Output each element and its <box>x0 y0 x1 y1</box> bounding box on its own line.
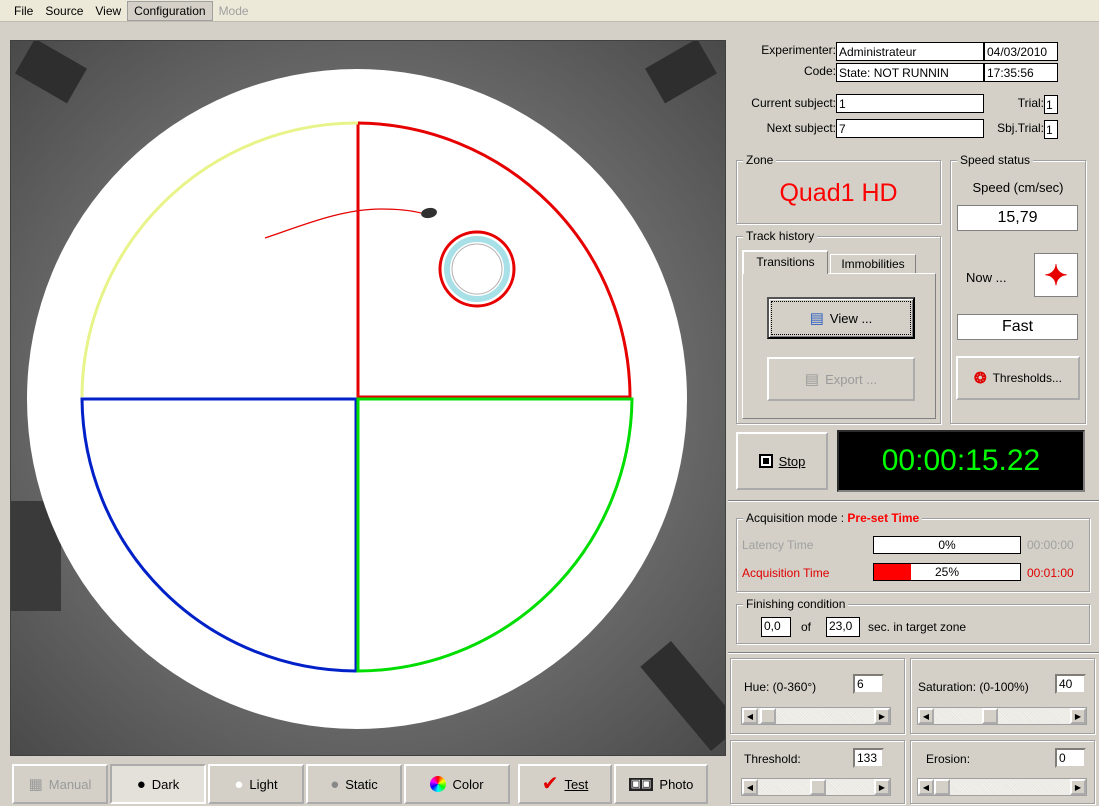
static-icon: ● <box>330 775 340 793</box>
threshold-slider-right-arrow[interactable]: ▶ <box>874 779 890 795</box>
menu-source[interactable]: Source <box>39 2 89 20</box>
export-button[interactable]: ▤ Export ... <box>767 357 915 401</box>
arena-svg <box>11 41 725 755</box>
alert-icon: ❂ <box>974 369 987 387</box>
tab-transitions[interactable]: Transitions <box>742 250 828 274</box>
erosion-label: Erosion: <box>926 752 971 766</box>
menu-view[interactable]: View <box>89 2 127 20</box>
now-label: Now ... <box>966 270 1007 285</box>
menu-mode[interactable]: Mode <box>213 2 255 20</box>
code-value: State: NOT RUNNIN <box>836 63 984 82</box>
erosion-slider-right-arrow[interactable]: ▶ <box>1070 779 1086 795</box>
latency-progress: 0% <box>873 536 1021 554</box>
acquisition-title: Acquisition mode : Pre-set Time <box>743 511 923 525</box>
checkmark-icon: ✔ <box>541 773 559 795</box>
acquisition-time: 00:01:00 <box>1027 566 1074 580</box>
export-icon: ▤ <box>804 370 820 388</box>
stop-icon <box>758 454 773 468</box>
acquisition-percent: 25% <box>934 565 960 579</box>
speed-value: 15,79 <box>957 205 1078 231</box>
erosion-slider-thumb[interactable] <box>934 779 950 795</box>
saturation-label: Saturation: (0-100%) <box>918 680 1029 694</box>
saturation-slider-left-arrow[interactable]: ◀ <box>918 708 934 724</box>
platform-inner <box>451 243 503 295</box>
hue-label: Hue: (0-360°) <box>744 680 817 694</box>
color-button[interactable]: Color <box>404 764 510 804</box>
speed-status-value: Fast <box>957 314 1078 340</box>
sbj-trial-label: Sbj.Trial: <box>997 121 1044 135</box>
thresholds-button[interactable]: ❂ Thresholds... <box>956 356 1080 400</box>
dark-button[interactable]: ● Dark <box>110 764 206 804</box>
trial-label: Trial: <box>1017 96 1044 110</box>
menu-configuration[interactable]: Configuration <box>127 0 213 21</box>
threshold-slider[interactable]: ◀ ▶ <box>741 778 891 796</box>
latency-percent: 0% <box>938 538 956 552</box>
latency-label: Latency Time <box>742 538 814 552</box>
tab-immobilities[interactable]: Immobilities <box>830 254 916 274</box>
menu-bar: File Source View Configuration Mode <box>0 0 1099 22</box>
finishing-suffix: sec. in target zone <box>868 620 967 634</box>
toolbar: ▦ Manual ● Dark ● Light ● Static Color ✔ Test… <box>12 764 708 804</box>
manual-icon: ▦ <box>28 775 43 793</box>
running-icon: ✦ <box>1034 253 1078 297</box>
stop-button[interactable]: Stop <box>736 432 828 490</box>
next-subject-label: Next subject: <box>766 121 836 135</box>
zone-group: Zone Quad1 HD <box>736 153 941 224</box>
hue-slider-right-arrow[interactable]: ▶ <box>874 708 890 724</box>
threshold-slider-left-arrow[interactable]: ◀ <box>742 779 758 795</box>
current-subject-label: Current subject: <box>751 96 836 110</box>
speed-label: Speed (cm/sec) <box>972 180 1064 195</box>
separator-2 <box>728 652 1099 654</box>
latency-time: 00:00:00 <box>1027 538 1074 552</box>
current-subject-value: 1 <box>836 94 984 113</box>
saturation-slider-thumb[interactable] <box>982 708 998 724</box>
erosion-slider[interactable]: ◀ ▶ <box>917 778 1087 796</box>
document-icon: ▤ <box>809 309 824 327</box>
color-wheel-icon <box>430 776 447 792</box>
menu-file[interactable]: File <box>8 2 39 20</box>
view-button[interactable]: ▤ View ... <box>767 297 915 339</box>
static-button[interactable]: ● Static <box>306 764 402 804</box>
saturation-slider[interactable]: ◀ ▶ <box>917 707 1087 725</box>
separator-1 <box>728 500 1099 502</box>
acquisition-progress: 25% <box>873 563 1021 581</box>
zone-value: Quad1 HD <box>779 179 898 207</box>
light-button[interactable]: ● Light <box>208 764 304 804</box>
sbj-trial-value: 1 <box>1044 120 1058 139</box>
speed-status-title: Speed status <box>957 153 1034 167</box>
hue-slider-left-arrow[interactable]: ◀ <box>742 708 758 724</box>
hue-slider[interactable]: ◀ ▶ <box>741 707 891 725</box>
code-label: Code: <box>803 64 836 78</box>
time-value: 17:35:56 <box>984 63 1058 82</box>
manual-button[interactable]: ▦ Manual <box>12 764 108 804</box>
threshold-label: Threshold: <box>744 752 801 766</box>
hue-input[interactable]: 6 <box>853 674 884 694</box>
acquisition-time-label: Acquisition Time <box>742 566 830 580</box>
finishing-of-label: of <box>801 620 812 634</box>
date-value: 04/03/2010 <box>984 42 1058 61</box>
light-icon: ● <box>234 775 244 793</box>
experimenter-label: Experimenter: <box>761 43 836 57</box>
finishing-min-input[interactable]: 0,0 <box>761 617 791 637</box>
threshold-input[interactable]: 133 <box>853 748 884 768</box>
saturation-input[interactable]: 40 <box>1055 674 1086 694</box>
hue-slider-thumb[interactable] <box>760 708 776 724</box>
experimenter-value: Administrateur <box>836 42 984 61</box>
video-view[interactable] <box>10 40 726 756</box>
finishing-max-input[interactable]: 23,0 <box>826 617 860 637</box>
erosion-slider-left-arrow[interactable]: ◀ <box>918 779 934 795</box>
elapsed-timer: 00:00:15.22 <box>837 430 1085 492</box>
track-history-title: Track history <box>743 229 818 243</box>
photo-button[interactable]: ▣▣ Photo <box>614 764 708 804</box>
test-button[interactable]: ✔ Test <box>518 764 612 804</box>
dark-icon: ● <box>136 775 146 793</box>
finishing-title: Finishing condition <box>743 597 849 611</box>
threshold-slider-thumb[interactable] <box>810 779 826 795</box>
erosion-input[interactable]: 0 <box>1055 748 1086 768</box>
next-subject-value: 7 <box>836 119 984 138</box>
film-icon: ▣▣ <box>628 777 654 791</box>
zone-title: Zone <box>743 153 777 167</box>
trial-value: 1 <box>1044 95 1058 114</box>
saturation-slider-right-arrow[interactable]: ▶ <box>1070 708 1086 724</box>
